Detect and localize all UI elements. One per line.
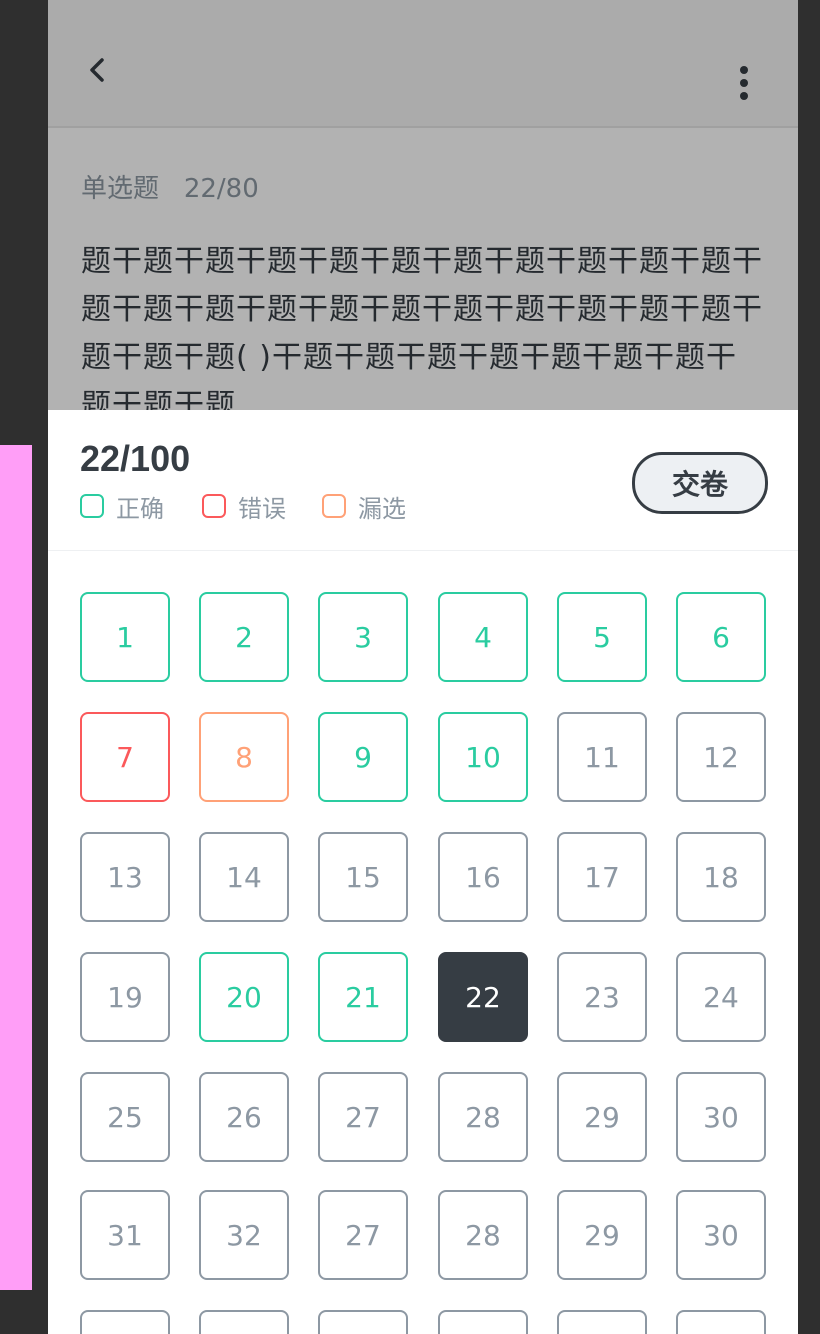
question-number-cell[interactable]: 2 — [199, 592, 289, 682]
height-marker — [0, 445, 32, 1290]
question-number-cell[interactable]: 31 — [80, 1190, 170, 1280]
divider — [48, 550, 798, 551]
question-number-cell[interactable]: 6 — [676, 592, 766, 682]
question-number-cell[interactable] — [199, 1310, 289, 1334]
legend-correct-label: 正确 — [116, 494, 164, 523]
question-number-cell[interactable]: 26 — [199, 1072, 289, 1162]
question-number-cell[interactable]: 21 — [318, 952, 408, 1042]
legend-wrong: 错误 — [202, 494, 286, 523]
question-number-cell[interactable]: 27 — [318, 1190, 408, 1280]
overlay-dim[interactable] — [48, 0, 798, 410]
question-number-cell[interactable]: 28 — [438, 1072, 528, 1162]
question-number-cell[interactable]: 28 — [438, 1190, 528, 1280]
question-number-cell[interactable]: 27 — [318, 1072, 408, 1162]
question-number-cell[interactable]: 30 — [676, 1190, 766, 1280]
question-number-cell[interactable]: 19 — [80, 952, 170, 1042]
question-number-cell[interactable]: 11 — [557, 712, 647, 802]
answer-sheet-panel: 22/100 交卷 正确 错误 漏选 1 2 3 4 5 6 7 8 9 10 11 12 13 14 15… — [48, 410, 798, 1334]
question-number-cell[interactable]: 30 — [676, 1072, 766, 1162]
question-number-cell[interactable]: 22 — [438, 952, 528, 1042]
phone-screen: 单选题 22/80 题干题干题干题干题干题干题干题干题干题干题干题干题干题干题干… — [48, 0, 798, 1334]
legend-missed-label: 漏选 — [358, 494, 406, 523]
question-number-cell[interactable]: 25 — [80, 1072, 170, 1162]
legend-correct-swatch — [80, 494, 104, 518]
question-number-cell[interactable]: 12 — [676, 712, 766, 802]
legend-correct: 正确 — [80, 494, 164, 523]
answer-progress: 22/100 — [80, 438, 191, 479]
legend-missed: 漏选 — [322, 494, 406, 523]
question-number-cell[interactable]: 10 — [438, 712, 528, 802]
question-number-cell[interactable] — [438, 1310, 528, 1334]
question-number-cell[interactable]: 4 — [438, 592, 528, 682]
question-number-cell[interactable] — [80, 1310, 170, 1334]
question-number-cell[interactable]: 24 — [676, 952, 766, 1042]
submit-button[interactable]: 交卷 — [632, 452, 768, 514]
question-number-cell[interactable]: 20 — [199, 952, 289, 1042]
question-number-cell[interactable]: 29 — [557, 1072, 647, 1162]
question-number-cell[interactable]: 32 — [199, 1190, 289, 1280]
legend-missed-swatch — [322, 494, 346, 518]
question-number-cell[interactable]: 17 — [557, 832, 647, 922]
question-number-cell[interactable]: 13 — [80, 832, 170, 922]
legend-wrong-label: 错误 — [238, 494, 286, 523]
question-number-cell[interactable]: 3 — [318, 592, 408, 682]
question-number-cell[interactable]: 18 — [676, 832, 766, 922]
question-number-cell[interactable]: 16 — [438, 832, 528, 922]
question-number-cell[interactable]: 1 — [80, 592, 170, 682]
question-number-cell[interactable]: 5 — [557, 592, 647, 682]
question-number-cell[interactable] — [676, 1310, 766, 1334]
question-number-cell[interactable]: 7 — [80, 712, 170, 802]
legend-wrong-swatch — [202, 494, 226, 518]
question-number-cell[interactable]: 8 — [199, 712, 289, 802]
question-number-cell[interactable]: 15 — [318, 832, 408, 922]
question-number-cell[interactable]: 14 — [199, 832, 289, 922]
question-number-cell[interactable]: 9 — [318, 712, 408, 802]
question-number-cell[interactable]: 23 — [557, 952, 647, 1042]
question-number-cell[interactable] — [557, 1310, 647, 1334]
question-number-cell[interactable] — [318, 1310, 408, 1334]
question-number-cell[interactable]: 29 — [557, 1190, 647, 1280]
